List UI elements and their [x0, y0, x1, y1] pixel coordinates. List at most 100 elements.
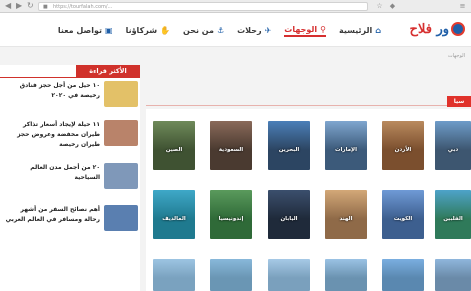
section-divider — [146, 105, 449, 106]
logo-text-part2: فلاح — [409, 21, 437, 37]
sidebar-article-item[interactable]: ١١ حيلة لإيجاد أسعار تذاكر طيران مخفضة و… — [0, 120, 138, 158]
destination-image — [210, 259, 252, 279]
destination-image — [268, 121, 310, 151]
destination-card[interactable]: دبي — [435, 121, 471, 170]
destination-card[interactable]: الفلبين — [435, 190, 471, 239]
destination-image — [325, 259, 367, 279]
article-title-link[interactable]: ١٠ حيل من أجل حجز فنادق رخيصة في ٢٠٢٠ — [4, 81, 104, 101]
location-pin-icon: ⚲ — [320, 24, 327, 34]
nav-item-3[interactable]: ⚓ من نحن — [183, 23, 224, 37]
destination-name: الأردن — [394, 147, 412, 153]
destination-card[interactable]: اليابان — [268, 190, 310, 239]
sidebar-article-item[interactable]: ١٠ حيل من أجل حجز فنادق رخيصة في ٢٠٢٠ — [0, 81, 138, 119]
star-icon[interactable]: ☆ — [375, 2, 384, 11]
destination-image-ground — [382, 150, 424, 170]
article-title-link[interactable]: ١١ حيلة لإيجاد أسعار تذاكر طيران مخفضة و… — [4, 120, 104, 150]
destination-image-ground — [325, 219, 367, 239]
destination-image-ground — [210, 278, 252, 291]
destination-image-ground — [153, 278, 195, 291]
nav-item-2[interactable]: ✈ رحلات — [237, 23, 271, 37]
destination-card[interactable]: الصين — [153, 121, 195, 170]
address-bar[interactable]: ■ https://tourfalah.com/... — [38, 2, 368, 11]
web-page: ور فلاح ⌂ الرئيسية ⚲ الوجهات ✈ رحلات ⚓ من نحن ✋ ش… — [0, 13, 471, 291]
destination-image — [268, 259, 310, 279]
destination-image — [382, 121, 424, 151]
nav-item-label: شركاؤنا — [125, 25, 158, 35]
destination-name: إندونيسيا — [218, 216, 244, 222]
article-thumbnail[interactable] — [104, 163, 138, 189]
extension-icon[interactable]: ◆ — [388, 2, 397, 11]
destination-card[interactable]: المالديف — [153, 190, 195, 239]
article-thumbnail[interactable] — [104, 205, 138, 231]
destination-name: الهند — [339, 216, 353, 222]
sidebar-title: الأكثر قراءة — [76, 65, 140, 77]
destination-card[interactable]: الهند — [325, 190, 367, 239]
destination-image — [382, 259, 424, 279]
destination-image-ground — [210, 219, 252, 239]
destination-image — [382, 190, 424, 220]
destination-image — [435, 259, 471, 279]
back-arrow-icon[interactable]: ◀ — [5, 1, 11, 11]
sidebar-divider — [0, 77, 140, 78]
menu-icon[interactable]: ≡ — [458, 2, 467, 11]
destination-card[interactable] — [268, 259, 310, 291]
destination-image-ground — [268, 219, 310, 239]
article-title-link[interactable]: أهم نصائح السفر من أشهر رحالة ومسافر في … — [4, 205, 104, 225]
destination-card[interactable] — [210, 259, 252, 291]
site-logo[interactable]: ور فلاح — [410, 19, 465, 39]
destination-image-ground — [153, 219, 195, 239]
sidebar-article-item[interactable]: ٢٠ من أجمل مدن العالم السياحية — [0, 163, 138, 201]
destination-image — [325, 190, 367, 220]
forward-arrow-icon[interactable]: ▶ — [16, 1, 22, 11]
contact-card-icon: ▣ — [105, 25, 113, 35]
nav-item-5[interactable]: ▣ تواصل معنا — [58, 23, 113, 37]
destination-image-ground — [435, 219, 471, 239]
reload-icon[interactable]: ↻ — [27, 1, 34, 11]
destination-image — [325, 121, 367, 151]
site-header: ور فلاح ⌂ الرئيسية ⚲ الوجهات ✈ رحلات ⚓ من نحن ✋ ش… — [0, 13, 471, 47]
destination-card[interactable] — [153, 259, 195, 291]
destination-card[interactable]: الكويت — [382, 190, 424, 239]
article-thumbnail[interactable] — [104, 81, 138, 107]
destination-image — [210, 121, 252, 151]
destination-name: الإمارات — [334, 147, 358, 153]
destination-image — [435, 121, 471, 151]
destination-name: الفلبين — [443, 216, 463, 222]
destination-card[interactable] — [435, 259, 471, 291]
destination-image — [153, 259, 195, 279]
destination-name: البحرين — [278, 147, 300, 153]
nav-item-1[interactable]: ⚲ الوجهات — [284, 23, 327, 37]
destination-card[interactable]: السعودية — [210, 121, 252, 170]
logo-mark-icon — [451, 22, 465, 36]
lock-icon: ■ — [43, 4, 48, 10]
nav-item-label: من نحن — [183, 25, 214, 35]
destination-card[interactable]: إندونيسيا — [210, 190, 252, 239]
article-title-link[interactable]: ٢٠ من أجمل مدن العالم السياحية — [4, 163, 104, 183]
destination-image-ground — [382, 278, 424, 291]
destination-card[interactable] — [382, 259, 424, 291]
article-thumbnail[interactable] — [104, 120, 138, 146]
destination-card[interactable]: الإمارات — [325, 121, 367, 170]
sidebar-article-item[interactable]: أهم نصائح السفر من أشهر رحالة ومسافر في … — [0, 205, 138, 243]
nav-item-label: رحلات — [237, 25, 262, 35]
destination-image — [210, 190, 252, 220]
destination-image — [268, 190, 310, 220]
destination-card[interactable] — [325, 259, 367, 291]
breadcrumb[interactable]: الوجهات — [448, 53, 465, 59]
destination-image-ground — [268, 278, 310, 291]
main-nav: ⌂ الرئيسية ⚲ الوجهات ✈ رحلات ⚓ من نحن ✋ شركاؤنا ▣ ت… — [45, 23, 381, 37]
destination-image-ground — [435, 278, 471, 291]
destination-image-ground — [325, 278, 367, 291]
destination-card[interactable]: الأردن — [382, 121, 424, 170]
destination-image — [153, 121, 195, 151]
nav-item-0[interactable]: ⌂ الرئيسية — [339, 23, 381, 37]
nav-item-4[interactable]: ✋ شركاؤنا — [126, 23, 170, 37]
destination-name: الكويت — [393, 216, 413, 222]
address-bar-url: https://tourfalah.com/... — [53, 4, 113, 10]
destination-card[interactable]: البحرين — [268, 121, 310, 170]
logo-text-part1: ور — [436, 21, 449, 37]
nav-item-label: الرئيسية — [339, 25, 373, 35]
destination-image-ground — [382, 219, 424, 239]
destination-name: السعودية — [218, 147, 244, 153]
nav-item-label: الوجهات — [284, 24, 318, 34]
